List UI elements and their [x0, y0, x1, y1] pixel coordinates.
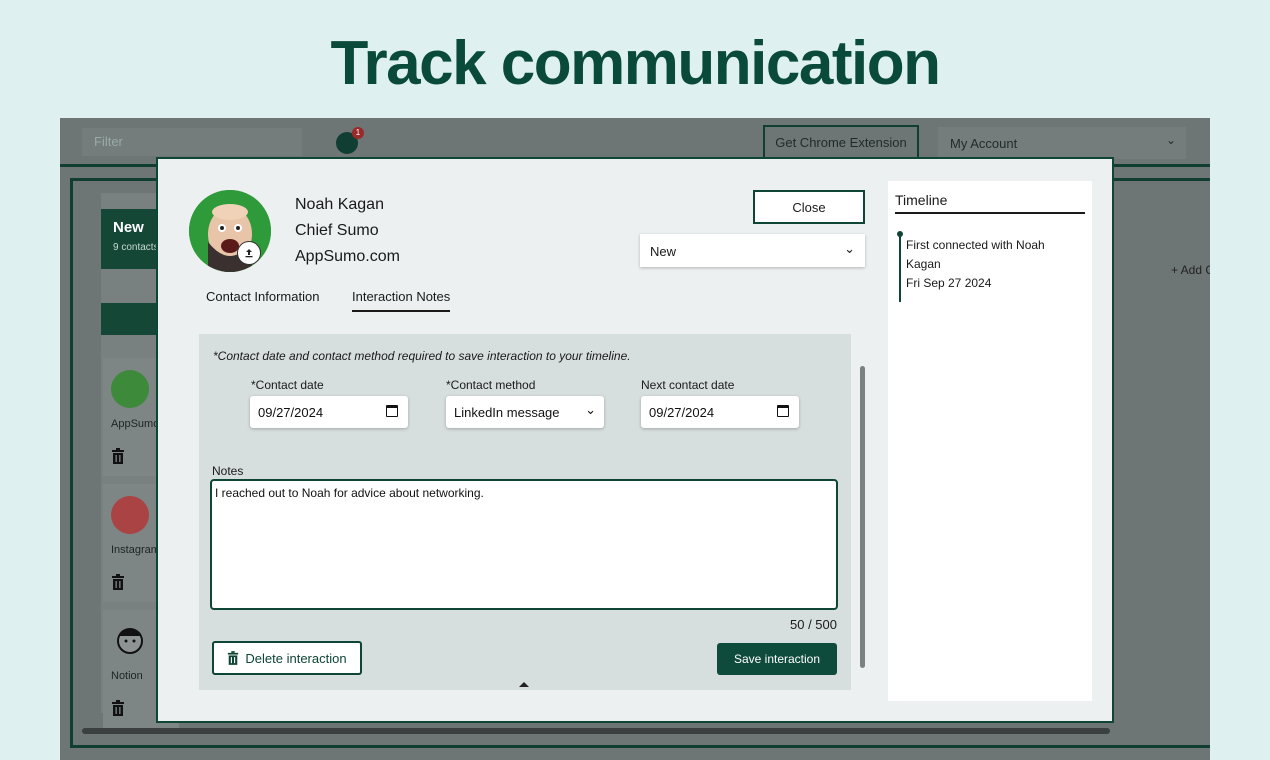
account-select[interactable]: My Account ⌄ — [938, 127, 1186, 159]
status-select[interactable]: New ⌄ — [640, 234, 865, 267]
timeline-entry: First connected with Noah Kagan Fri Sep … — [906, 236, 1076, 293]
card-name: AppSumo — [111, 418, 160, 430]
contact-method-select[interactable]: LinkedIn message ⌄ — [446, 396, 604, 428]
contact-modal: Noah Kagan Chief Sumo AppSumo.com Close … — [156, 157, 1114, 723]
notification-badge: 1 — [352, 127, 364, 139]
contact-name: Noah Kagan — [295, 196, 384, 213]
timeline-dot — [897, 231, 903, 237]
upload-icon — [245, 249, 253, 258]
next-contact-date-value: 09/27/2024 — [649, 405, 715, 420]
notification-bell-icon[interactable]: 1 — [336, 127, 364, 156]
delete-interaction-button[interactable]: Delete interaction — [212, 641, 362, 675]
contact-method-label: *Contact method — [446, 378, 536, 392]
notes-textarea[interactable]: I reached out to Noah for advice about n… — [210, 479, 838, 610]
character-count: 50 / 500 — [790, 617, 837, 632]
avatar — [111, 370, 149, 408]
chevron-down-icon: ⌄ — [1165, 133, 1176, 147]
interaction-form: *Contact date and contact method require… — [199, 334, 851, 690]
timeline-line — [899, 236, 901, 302]
contact-date-input[interactable]: 09/27/2024 — [250, 396, 408, 428]
timeline-title: Timeline — [895, 192, 948, 208]
add-contact-button[interactable]: + Add Co — [1171, 263, 1210, 277]
account-label: My Account — [950, 136, 1018, 151]
avatar — [117, 628, 143, 654]
trash-icon[interactable] — [111, 700, 125, 716]
timeline-entry-text: First connected with Noah Kagan — [906, 238, 1045, 271]
trash-icon[interactable] — [111, 448, 125, 464]
timeline-panel: Timeline First connected with Noah Kagan… — [888, 181, 1092, 701]
card-name: Notion — [111, 670, 143, 682]
next-contact-date-input[interactable]: 09/27/2024 — [641, 396, 799, 428]
upload-photo-button[interactable] — [237, 241, 261, 265]
avatar — [111, 496, 149, 534]
contact-date-value: 09/27/2024 — [258, 405, 324, 420]
chevron-down-icon: ⌄ — [844, 241, 855, 256]
next-contact-date-label: Next contact date — [641, 378, 735, 392]
vertical-scrollbar[interactable] — [860, 366, 865, 668]
horizontal-scrollbar[interactable] — [82, 728, 1110, 734]
calendar-icon[interactable] — [386, 405, 398, 417]
page-headline: Track communication — [330, 29, 941, 98]
notes-label: Notes — [212, 464, 244, 478]
scroll-up-caret-icon[interactable] — [519, 682, 529, 687]
contact-company: AppSumo.com — [295, 248, 400, 265]
trash-icon[interactable] — [111, 574, 125, 590]
contact-date-label: *Contact date — [251, 378, 324, 392]
card-name: Instagram — [111, 544, 160, 556]
required-note: *Contact date and contact method require… — [213, 349, 631, 363]
tab-contact-information[interactable]: Contact Information — [206, 289, 319, 304]
status-value: New — [650, 244, 677, 259]
chevron-down-icon: ⌄ — [585, 402, 596, 417]
save-interaction-button[interactable]: Save interaction — [717, 643, 837, 675]
tab-interaction-notes[interactable]: Interaction Notes — [352, 289, 451, 312]
contact-method-value: LinkedIn message — [454, 405, 560, 420]
calendar-icon[interactable] — [777, 405, 789, 417]
contact-title: Chief Sumo — [295, 222, 379, 239]
timeline-divider — [895, 212, 1085, 214]
trash-icon — [228, 651, 239, 665]
close-button[interactable]: Close — [753, 190, 865, 224]
timeline-entry-date: Fri Sep 27 2024 — [906, 276, 992, 290]
delete-interaction-label: Delete interaction — [245, 650, 347, 666]
filter-input[interactable]: Filter — [82, 128, 302, 156]
chrome-extension-button[interactable]: Get Chrome Extension — [763, 125, 919, 159]
